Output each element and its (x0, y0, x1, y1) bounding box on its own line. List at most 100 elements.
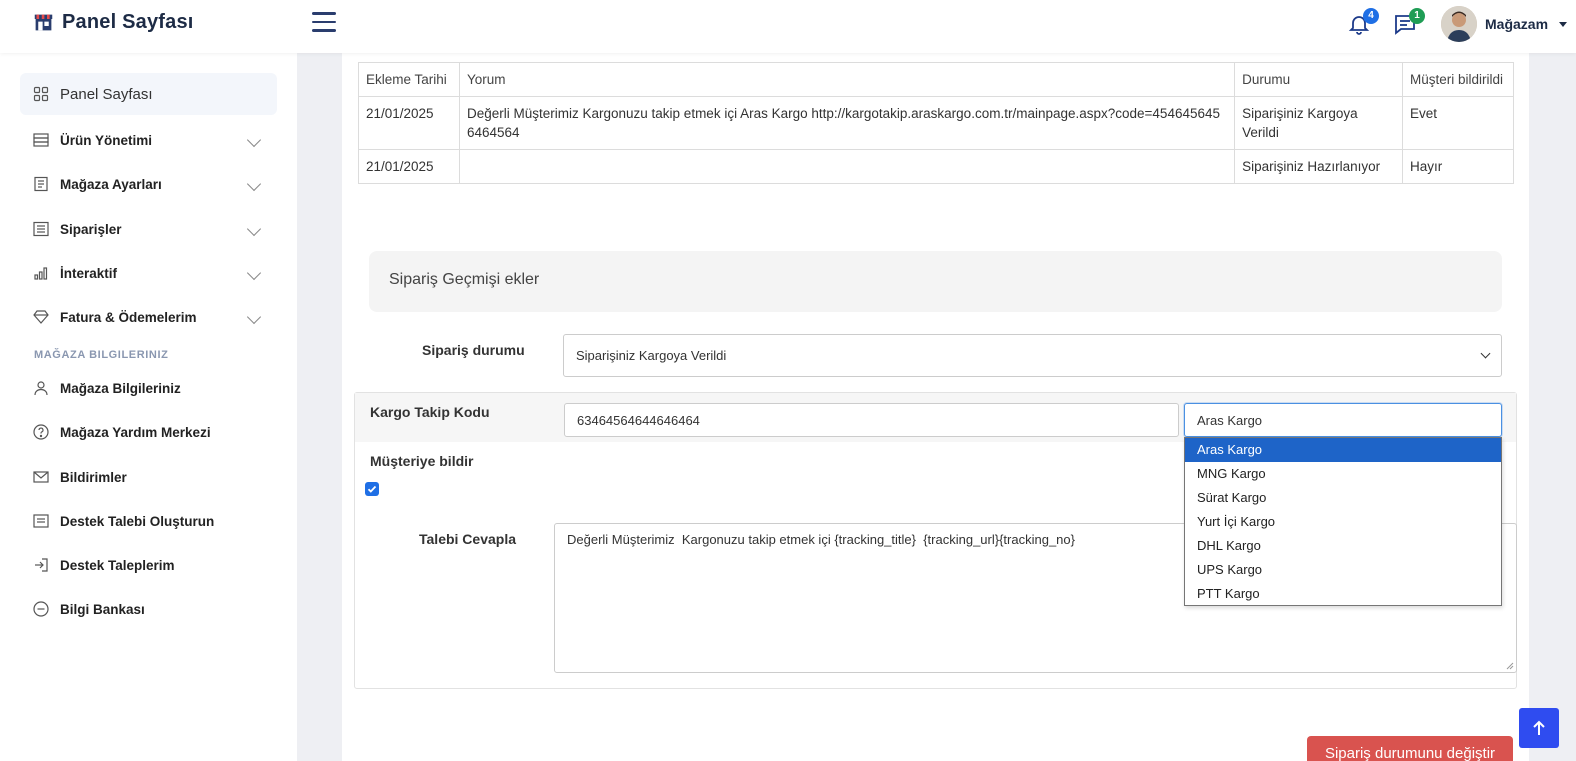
carrier-select-value: Aras Kargo (1197, 412, 1263, 428)
sidebar-item-orders[interactable]: Siparişler (20, 208, 277, 250)
sidebar-item-label: Bildirimler (60, 469, 127, 485)
carrier-select[interactable]: Aras Kargo (1184, 403, 1502, 437)
minus-circle-icon (33, 601, 49, 617)
sidebar-item-notifications[interactable]: Bildirimler (20, 456, 277, 498)
user-name: Mağazam (1485, 16, 1549, 32)
column-header: Ekleme Tarihi (358, 62, 460, 97)
table-cell (458, 149, 1236, 184)
table-cell: 21/01/2025 (358, 149, 460, 184)
sidebar-section-title: MAĞAZA BILGILERINIZ (34, 349, 169, 361)
add-history-section: Sipariş Geçmişi ekler (369, 251, 1502, 312)
sidebar-item-interactive[interactable]: İnteraktif (20, 252, 277, 294)
server-icon (33, 133, 49, 147)
sidebar-item-label: Mağaza Ayarları (60, 176, 162, 192)
sidebar-item-create-ticket[interactable]: Destek Talebi Oluşturun (20, 500, 277, 542)
table-row: 21/01/2025 Siparişiniz Hazırlanıyor Hayı… (358, 149, 1514, 184)
help-circle-icon (33, 424, 49, 440)
list-icon (33, 221, 49, 237)
sidebar-item-label: Ürün Yönetimi (60, 132, 153, 148)
table-cell: Değerli Müşterimiz Kargonuzu takip etmek… (458, 96, 1236, 150)
order-status-select[interactable]: Siparişiniz Kargoya Verildi (563, 334, 1502, 377)
carrier-option[interactable]: DHL Kargo (1185, 534, 1501, 558)
reply-text: Değerli Müşterimiz Kargonuzu takip etmek… (567, 532, 1075, 547)
order-status-label: Sipariş durumu (422, 342, 525, 358)
change-status-button[interactable]: Sipariş durumunu değiştir (1307, 736, 1513, 761)
sidebar-item-label: İnteraktif (60, 265, 118, 281)
menu-toggle-icon[interactable] (312, 12, 336, 34)
avatar (1441, 6, 1477, 42)
sidebar-item-knowledge-base[interactable]: Bilgi Bankası (20, 588, 277, 630)
chevron-down-icon (1480, 348, 1491, 359)
sidebar-item-label: Destek Taleplerim (60, 557, 175, 573)
column-header: Durumu (1234, 62, 1404, 97)
messages-badge: 1 (1409, 8, 1425, 24)
chevron-down-icon (246, 132, 262, 148)
tracking-code-value: 63464564644646464 (577, 412, 700, 428)
sidebar-item-panel[interactable]: Panel Sayfası (20, 73, 277, 115)
store-icon (34, 14, 53, 31)
list-alt-icon (33, 514, 49, 528)
sidebar-item-label: Siparişler (60, 221, 122, 237)
notifications-badge: 4 (1363, 8, 1379, 24)
sidebar-item-label: Panel Sayfası (60, 85, 153, 103)
messages-button[interactable]: 1 (1393, 8, 1425, 38)
mail-icon (33, 471, 49, 483)
section-title: Sipariş Geçmişi ekler (389, 271, 540, 288)
table-cell: Siparişiniz Kargoya Verildi (1234, 96, 1404, 150)
sidebar-item-products[interactable]: Ürün Yönetimi (20, 119, 277, 161)
chevron-down-icon (246, 309, 262, 325)
column-header: Müşteri bildirildi (1402, 62, 1514, 97)
carrier-option[interactable]: UPS Kargo (1185, 558, 1501, 582)
carrier-option[interactable]: Aras Kargo (1185, 438, 1501, 462)
notify-customer-label: Müşteriye bildir (370, 453, 474, 469)
sidebar-item-help-center[interactable]: Mağaza Yardım Merkezi (20, 411, 277, 453)
tracking-code-label: Kargo Takip Kodu (370, 404, 490, 420)
sidebar-item-store-settings[interactable]: Mağaza Ayarları (20, 163, 277, 205)
resize-handle-icon[interactable] (1506, 662, 1514, 670)
notifications-button[interactable]: 4 (1347, 8, 1379, 38)
top-bar: Panel Sayfası 4 1 Mağazam (0, 0, 1576, 53)
sidebar-item-my-tickets[interactable]: Destek Taleplerim (20, 544, 277, 586)
chevron-down-icon (246, 265, 262, 281)
user-icon (34, 381, 48, 396)
reply-label: Talebi Cevapla (419, 531, 517, 547)
diamond-icon (33, 310, 49, 324)
sidebar-item-label: Mağaza Bilgileriniz (60, 380, 181, 396)
chevron-down-icon (246, 221, 262, 237)
carrier-option[interactable]: Yurt İçi Kargo (1185, 510, 1501, 534)
user-menu[interactable]: Mağazam (1441, 6, 1568, 42)
check-icon (367, 485, 377, 493)
grid-icon (33, 86, 49, 102)
sidebar-item-label: Mağaza Yardım Merkezi (60, 424, 211, 440)
notify-customer-checkbox[interactable] (365, 482, 379, 496)
table-cell: Siparişiniz Hazırlanıyor (1234, 149, 1404, 184)
order-status-value: Siparişiniz Kargoya Verildi (576, 348, 727, 363)
bar-chart-icon (34, 267, 48, 280)
column-header: Yorum (458, 62, 1236, 97)
arrow-up-icon (1533, 720, 1545, 735)
chevron-down-icon (246, 176, 262, 192)
table-header-row: Ekleme Tarihi Yorum Durumu Müşteri bildi… (358, 62, 1514, 97)
brand[interactable]: Panel Sayfası (33, 11, 194, 34)
chevron-down-icon (1559, 21, 1568, 27)
scroll-to-top-button[interactable] (1519, 708, 1559, 748)
sidebar-item-store-info[interactable]: Mağaza Bilgileriniz (20, 367, 277, 409)
order-history-table: Ekleme Tarihi Yorum Durumu Müşteri bildi… (358, 62, 1514, 184)
table-cell: 21/01/2025 (358, 96, 460, 150)
brand-title: Panel Sayfası (62, 11, 194, 33)
sidebar-item-label: Fatura & Ödemelerim (60, 309, 197, 325)
table-row: 21/01/2025 Değerli Müşterimiz Kargonuzu … (358, 96, 1514, 150)
carrier-option[interactable]: Sürat Kargo (1185, 486, 1501, 510)
sidebar-item-label: Bilgi Bankası (60, 601, 145, 617)
table-cell: Evet (1402, 96, 1514, 150)
log-in-icon (35, 558, 48, 572)
sidebar-item-billing[interactable]: Fatura & Ödemelerim (20, 296, 277, 338)
carrier-option[interactable]: MNG Kargo (1185, 462, 1501, 486)
file-text-icon (34, 176, 48, 192)
carrier-option[interactable]: PTT Kargo (1185, 582, 1501, 606)
sidebar-item-label: Destek Talebi Oluşturun (60, 513, 215, 529)
sidebar: Panel Sayfası Ürün Yönetimi Mağaza Ayarl… (0, 53, 297, 761)
table-cell: Hayır (1402, 149, 1514, 184)
carrier-dropdown-list: Aras Kargo MNG Kargo Sürat Kargo Yurt İçi K… (1184, 437, 1502, 606)
tracking-code-input[interactable]: 63464564644646464 (564, 403, 1179, 437)
